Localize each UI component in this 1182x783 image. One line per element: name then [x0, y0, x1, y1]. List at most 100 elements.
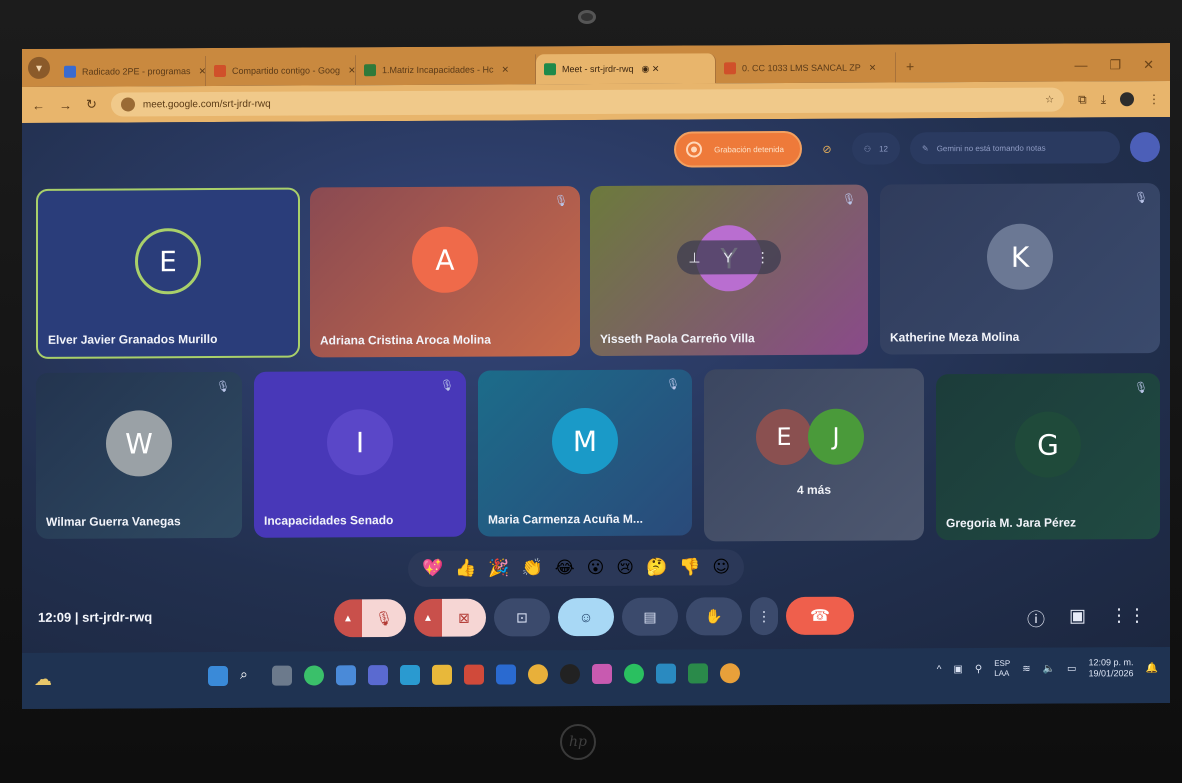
gemini-notes-button[interactable]: ✎ Gemini no está tomando notas [910, 131, 1120, 165]
forward-icon[interactable]: → [59, 97, 72, 112]
word-icon[interactable] [496, 664, 516, 685]
webcam [578, 10, 596, 24]
close-window-icon[interactable]: ✕ [1143, 57, 1154, 73]
avatar: I [327, 409, 393, 476]
copilot-icon[interactable] [336, 665, 356, 686]
address-bar[interactable]: meet.google.com/srt-jrdr-rwq ☆ [110, 87, 1065, 117]
battery-icon[interactable]: ▭ [1067, 663, 1076, 674]
teams-icon[interactable] [368, 665, 388, 686]
reaction-thumbs-down[interactable]: 👎 [679, 557, 700, 577]
back-icon[interactable]: ← [32, 97, 45, 112]
participant-tile[interactable]: E Elver Javier Granados Murillo [36, 187, 300, 359]
emoji-reactions-button[interactable]: ☺ [558, 597, 614, 637]
browser-tab[interactable]: 1.Matriz Incapacidades - Hc ✕ [356, 54, 536, 86]
tab-search-icon[interactable]: ▾ [28, 56, 50, 79]
more-reactions-icon[interactable]: ☺ [712, 557, 730, 577]
location-icon[interactable]: ⚲ [975, 663, 982, 674]
mic-muted-icon: 🎙 [1134, 192, 1148, 205]
language-indicator[interactable]: ESP LAA [994, 659, 1010, 679]
no-camera-icon[interactable]: ⊘ [812, 134, 842, 164]
avatar: A [412, 226, 478, 293]
reaction-heart[interactable]: 💖 [422, 559, 443, 579]
pin-icon[interactable]: ⊥ [688, 249, 700, 266]
reaction-thinking[interactable]: 🤔 [646, 558, 667, 578]
extensions-icon[interactable]: ⧉ [1078, 92, 1087, 107]
reaction-party[interactable]: 🎉 [488, 558, 509, 578]
browser-tab-active[interactable]: Meet - srt-jrdr-rwq ◉ ✕ [536, 53, 716, 85]
participant-tile[interactable]: 🎙 Y ⊥ Y ⋮ Yisseth Paola Carreño Villa [590, 184, 868, 357]
reaction-sad[interactable]: 😢 [616, 558, 634, 578]
chat-icon[interactable]: ▣ [1069, 605, 1086, 631]
download-icon[interactable]: ⤓ [1101, 92, 1106, 107]
call-controls: ▲ 🎙 ▲ ⊠ ⊡ ☺ ▤ ✋ ⋮ ☎ [334, 596, 854, 638]
tab-close-icon[interactable]: ✕ [502, 64, 510, 75]
file-explorer-icon[interactable] [432, 664, 452, 685]
clock[interactable]: 12:09 p. m. 19/01/2026 [1089, 657, 1134, 679]
spotify-icon[interactable] [624, 663, 644, 684]
excel-icon[interactable] [688, 663, 708, 684]
site-info-icon[interactable] [120, 97, 135, 112]
leave-call-button[interactable]: ☎ [786, 596, 854, 636]
chrome-active-icon[interactable] [720, 663, 740, 684]
app-icon[interactable] [656, 663, 676, 684]
whatsapp-icon[interactable] [304, 665, 324, 686]
video-options-chevron-icon[interactable]: ▲ [414, 598, 442, 637]
captions-button[interactable]: ▤ [622, 597, 678, 636]
participant-tile[interactable]: 🎙 W Wilmar Guerra Vanegas [36, 371, 242, 539]
profile-avatar[interactable] [1120, 92, 1134, 107]
menu-dots-icon[interactable]: ⋮ [1148, 92, 1160, 106]
recording-status-button[interactable]: Grabación detenida [674, 130, 802, 168]
participant-tile[interactable]: 🎙 G Gregoria M. Jara Pérez [936, 373, 1160, 541]
browser-tab[interactable]: Compartido contigo - Goog ✕ [206, 55, 356, 87]
instagram-icon[interactable] [592, 663, 612, 685]
more-options-button[interactable]: ⋮ [750, 597, 778, 636]
notifications-icon[interactable]: 🔔 [1146, 663, 1158, 674]
audio-options-chevron-icon[interactable]: ▲ [334, 599, 362, 638]
participant-tile[interactable]: 🎙 K Katherine Meza Molina [880, 183, 1160, 355]
info-icon[interactable]: ⓘ [1027, 606, 1045, 632]
tiktok-icon[interactable] [560, 664, 580, 685]
office-icon[interactable] [464, 664, 484, 685]
tab-label: 1.Matriz Incapacidades - Hc [382, 64, 494, 76]
participant-tile[interactable]: 🎙 I Incapacidades Senado [254, 370, 466, 538]
maximize-icon[interactable]: ❐ [1109, 57, 1121, 73]
browser-tab[interactable]: Radicado 2PE - programas ✕ [56, 56, 206, 87]
reaction-thumbs-up[interactable]: 👍 [455, 559, 476, 579]
browser-tab[interactable]: 0. CC 1033 LMS SANCAL ZP ✕ [716, 52, 896, 84]
task-view-icon[interactable] [272, 665, 292, 686]
tab-close-icon[interactable]: ◉ ✕ [642, 63, 660, 74]
activities-grid-icon[interactable]: ⋮⋮ [1110, 605, 1146, 631]
tray-expand-icon[interactable]: ^ [937, 664, 942, 675]
search-icon[interactable]: ⌕ [240, 666, 260, 686]
camera-off-button[interactable]: ⊠ [442, 598, 486, 637]
others-tile[interactable]: E J 4 más [704, 368, 924, 542]
user-avatar[interactable] [1130, 132, 1160, 163]
participant-tile[interactable]: 🎙 A Adriana Cristina Aroca Molina [310, 186, 580, 358]
record-icon [686, 141, 703, 158]
tray-app-icon[interactable]: ▣ [953, 664, 962, 675]
reaction-surprised[interactable]: 😮 [587, 558, 605, 578]
tab-close-icon[interactable]: ✕ [199, 66, 206, 77]
new-tab-icon[interactable]: + [906, 58, 914, 74]
mic-off-button[interactable]: 🎙 [362, 598, 406, 638]
tab-close-icon[interactable]: ✕ [869, 62, 877, 73]
bookmark-star-icon[interactable]: ☆ [1045, 94, 1054, 105]
volume-icon[interactable]: 🔈 [1043, 663, 1055, 674]
edge-icon[interactable] [400, 664, 420, 686]
reaction-laugh[interactable]: 😂 [555, 558, 575, 578]
chrome-icon[interactable] [528, 664, 548, 685]
present-screen-button[interactable]: ⊡ [494, 598, 550, 637]
more-options-icon[interactable]: ⋮ [756, 249, 770, 266]
minimize-icon[interactable]: — [1074, 57, 1087, 73]
wifi-icon[interactable]: ≋ [1022, 663, 1030, 674]
raise-hand-button[interactable]: ✋ [686, 597, 742, 636]
start-icon[interactable] [208, 665, 228, 687]
tab-favicon-icon [64, 65, 76, 78]
weather-icon[interactable]: ☁ [34, 669, 58, 693]
participant-tile[interactable]: 🎙 M Maria Carmenza Acuña M... [478, 369, 692, 537]
mic-muted-icon: 🎙 [440, 379, 454, 392]
reaction-clap[interactable]: 👏 [522, 558, 543, 578]
reload-icon[interactable]: ↻ [86, 97, 97, 113]
people-count[interactable]: ⚇ 12 [851, 132, 900, 165]
tab-close-icon[interactable]: ✕ [348, 65, 356, 76]
